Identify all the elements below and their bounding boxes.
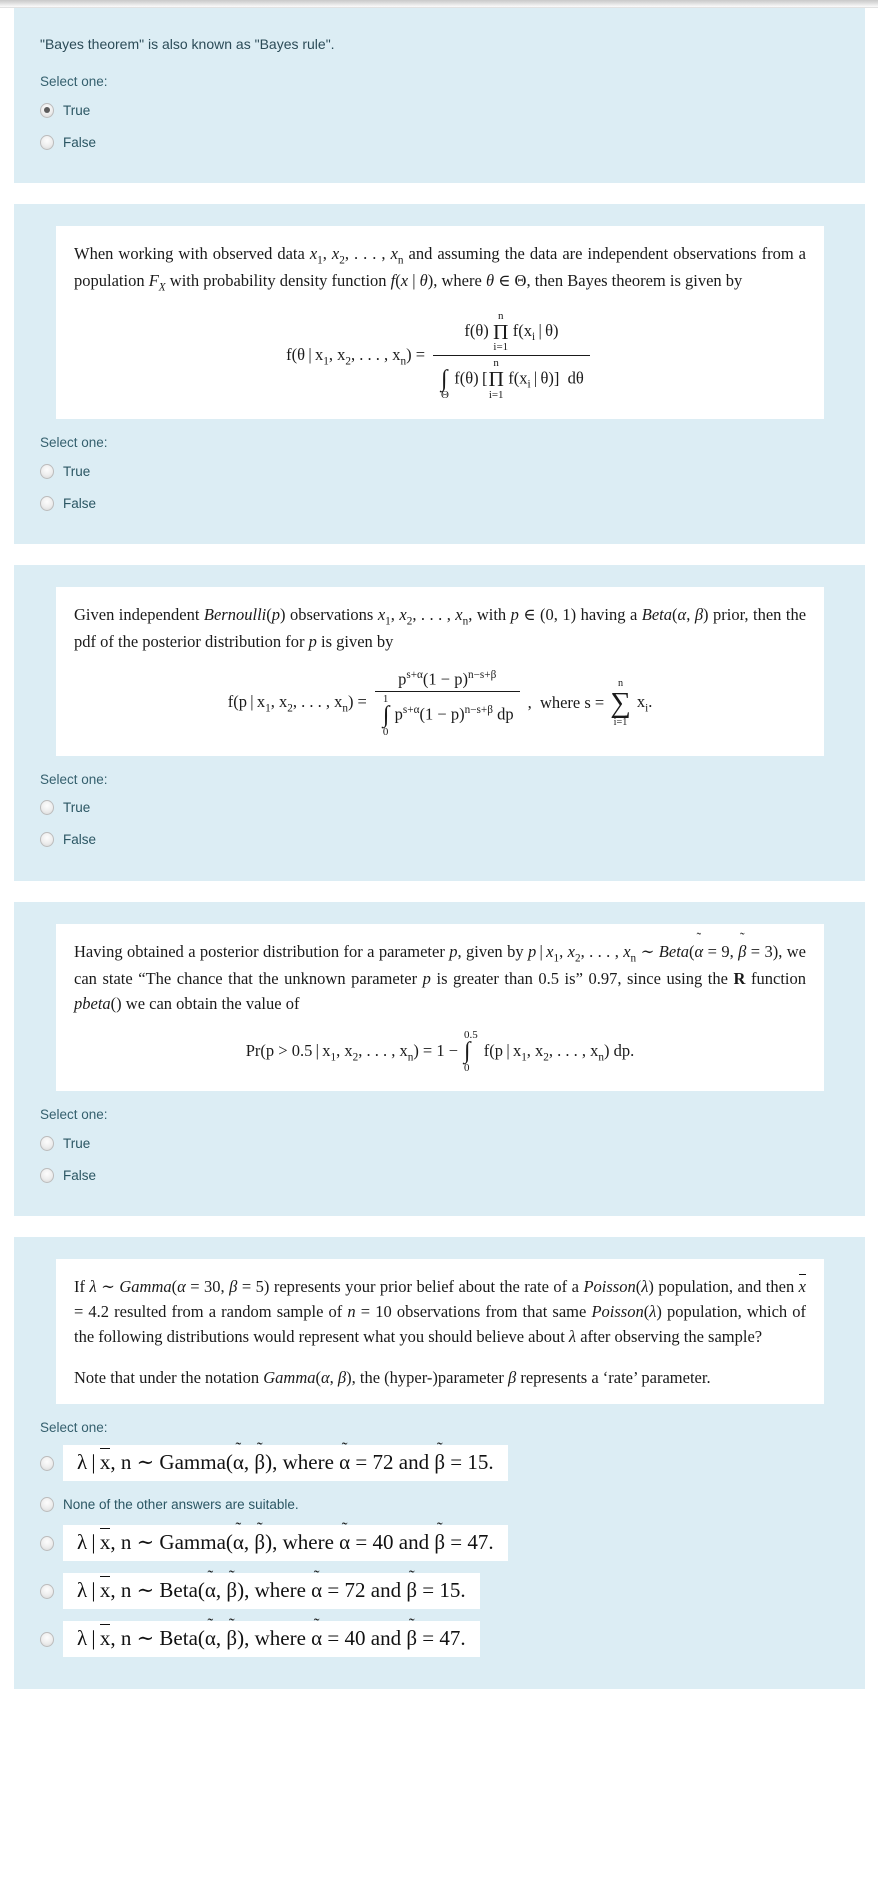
q5-stem-part-d: resulted from a random sample of	[109, 1302, 348, 1322]
question-2-stem: When working with observed data x1, x2, …	[74, 244, 806, 294]
select-one-label-4: Select one:	[40, 1107, 108, 1123]
question-5-stem: If λ ∼ Gamma(α = 30, β = 5) represents y…	[74, 1273, 806, 1349]
radio-3-true[interactable]	[40, 800, 54, 816]
answer-row-5-option-3[interactable]: λ | x, n ∼ Gamma(˜ α, ˜ β), where ˜ α = 40 …	[40, 1520, 845, 1563]
q5-opt5-beta: 47	[439, 1626, 461, 1651]
q5-opt5-alpha: 40	[344, 1626, 366, 1651]
answer-label-3-true: True	[63, 800, 91, 816]
block-gap-1	[0, 183, 878, 205]
q2-stem-part-e: , then Bayes theorem is given by	[526, 271, 743, 291]
q3-stem-part-f: is given by	[316, 632, 394, 652]
question-3-card: Given independent Bernoulli(p) observati…	[56, 587, 824, 756]
q5-note-part-c: represents a ‘rate’ parameter.	[516, 1367, 711, 1387]
answer-label-1-true: True	[63, 102, 91, 118]
q4-stem-part-e: function	[745, 968, 806, 988]
answer-label-5-option-4: λ | x, n ∼ Beta(˜ α, ˜ β), where ˜ α = 72 a…	[63, 1568, 480, 1610]
answer-label-4-false: False	[63, 1167, 97, 1183]
answer-label-3-false: False	[63, 832, 97, 848]
question-5-note: Note that under the notation Gamma(α, β)…	[74, 1367, 711, 1387]
q5-opt3-alpha: 40	[372, 1530, 394, 1555]
answer-label-5-option-5: λ | x, n ∼ Beta(˜ α, ˜ β), where ˜ α = 40 a…	[63, 1616, 480, 1658]
radio-3-false[interactable]	[40, 832, 54, 848]
q5-stem-part-e: observations from that same	[391, 1302, 592, 1322]
question-5-card: If λ ∼ Gamma(α = 30, β = 5) represents y…	[56, 1259, 824, 1405]
block-gap-4	[0, 1216, 878, 1238]
answer-label-4-true: True	[63, 1135, 91, 1151]
q2-stem-part-a: When working with observed data	[74, 244, 310, 264]
q5-stem-part-g: after observing the sample?	[576, 1326, 763, 1346]
radio-5-option-2[interactable]	[40, 1496, 54, 1512]
answer-label-1-false: False	[63, 134, 97, 150]
answer-row-5-option-1[interactable]: λ | x, n ∼ Gamma(˜ α, ˜ β), where ˜ α = 72 …	[40, 1440, 845, 1483]
q2-stem-part-c: with probability density function	[165, 271, 391, 291]
q2-stem-part-d: , where	[433, 271, 486, 291]
quiz-page: "Bayes theorem" is also known as "Bayes …	[0, 0, 878, 1885]
select-one-label-5: Select one:	[40, 1420, 108, 1436]
q5-opt3-beta: 47	[467, 1530, 489, 1555]
q4-stem-part-b: , given by	[457, 941, 528, 961]
answer-label-2-false: False	[63, 495, 97, 511]
answer-row-4-false[interactable]: False	[40, 1162, 845, 1188]
question-block-5: If λ ∼ Gamma(α = 30, β = 5) represents y…	[14, 1237, 865, 1690]
radio-2-true[interactable]	[40, 463, 54, 479]
radio-4-false[interactable]	[40, 1167, 54, 1183]
question-block-1: "Bayes theorem" is also known as "Bayes …	[14, 8, 865, 184]
radio-5-option-5[interactable]	[40, 1631, 54, 1647]
select-one-label-3: Select one:	[40, 771, 108, 787]
q3-stem-part-d: having a	[576, 605, 642, 625]
q5-stem-part-a: If	[74, 1277, 90, 1297]
answer-row-5-option-5[interactable]: λ | x, n ∼ Beta(˜ α, ˜ β), where ˜ α = 40 a…	[40, 1616, 845, 1659]
answer-row-5-option-4[interactable]: λ | x, n ∼ Beta(˜ α, ˜ β), where ˜ α = 72 a…	[40, 1568, 845, 1611]
question-4-stem: Having obtained a posterior distribution…	[74, 930, 806, 1013]
answer-label-5-option-1: λ | x, n ∼ Gamma(˜ α, ˜ β), where ˜ α = 72 …	[63, 1440, 508, 1482]
answer-row-3-false[interactable]: False	[40, 827, 845, 853]
question-block-3: Given independent Bernoulli(p) observati…	[14, 565, 865, 881]
answer-label-2-true: True	[63, 463, 91, 479]
select-one-label-2: Select one:	[40, 435, 108, 451]
radio-2-false[interactable]	[40, 495, 54, 511]
q3-stem-part-b: observations	[285, 605, 378, 625]
answer-row-2-false[interactable]: False	[40, 490, 845, 516]
q5-opt1-beta: 15	[467, 1450, 489, 1475]
question-3-stem: Given independent Bernoulli(p) observati…	[74, 605, 807, 652]
radio-5-option-4[interactable]	[40, 1583, 54, 1599]
q4-stem-part-f: we can obtain the value of	[121, 993, 300, 1013]
q4-stem-part-d: is greater than 0.5 is” 0.97, since usin…	[430, 968, 734, 988]
radio-1-true[interactable]	[40, 102, 54, 118]
question-3-equation: f(p | x1, x2, . . . , xn) = ps+α(1 − p)n…	[227, 668, 653, 738]
q5-note-part-b: , the (hyper-)parameter	[351, 1367, 508, 1387]
q3-stem-part-c: with	[472, 605, 511, 625]
question-2-equation: f(θ | x1, x2, . . . , xn) = f(θ) n Πi=1 f…	[74, 310, 806, 401]
q5-stem-part-c: population, and then	[653, 1277, 799, 1297]
q5-opt1-alpha: 72	[372, 1450, 394, 1475]
q4-stem-part-a: Having obtained a posterior distribution…	[74, 941, 450, 961]
question-block-2: When working with observed data x1, x2, …	[14, 204, 865, 545]
radio-5-option-1[interactable]	[40, 1455, 54, 1471]
answer-label-5-option-2: None of the other answers are suitable.	[63, 1496, 299, 1512]
radio-1-false[interactable]	[40, 134, 54, 150]
question-4-equation: Pr(p > 0.5 | x1, x2, . . . , xn) = 1 − 0…	[245, 1029, 635, 1074]
answer-row-2-true[interactable]: True	[40, 458, 845, 484]
q5-opt4-alpha: 72	[344, 1578, 366, 1603]
q5-stem-part-b: represents your prior belief about the r…	[269, 1277, 584, 1297]
answer-row-3-true[interactable]: True	[40, 795, 845, 821]
radio-5-option-3[interactable]	[40, 1535, 54, 1551]
question-1-stem: "Bayes theorem" is also known as "Bayes …	[40, 36, 335, 52]
answer-label-5-option-3: λ | x, n ∼ Gamma(˜ α, ˜ β), where ˜ α = 40 …	[63, 1520, 508, 1562]
answer-row-1-true[interactable]: True	[40, 97, 845, 123]
question-2-card: When working with observed data x1, x2, …	[56, 226, 824, 420]
q5-note-part-a: Note that under the notation	[74, 1367, 264, 1387]
select-one-label-1: Select one:	[40, 74, 108, 90]
q3-stem-part-a: Given independent	[74, 605, 204, 625]
answer-row-1-false[interactable]: False	[40, 129, 845, 155]
answer-row-4-true[interactable]: True	[40, 1130, 845, 1156]
browser-chrome-strip	[0, 0, 878, 8]
radio-4-true[interactable]	[40, 1135, 54, 1151]
question-4-card: Having obtained a posterior distribution…	[56, 923, 824, 1092]
question-block-4: Having obtained a posterior distribution…	[14, 901, 865, 1217]
block-gap-2	[0, 544, 878, 566]
block-gap-3	[0, 880, 878, 902]
q5-opt4-beta: 15	[439, 1578, 461, 1603]
answer-row-5-option-2[interactable]: None of the other answers are suitable.	[40, 1491, 845, 1517]
